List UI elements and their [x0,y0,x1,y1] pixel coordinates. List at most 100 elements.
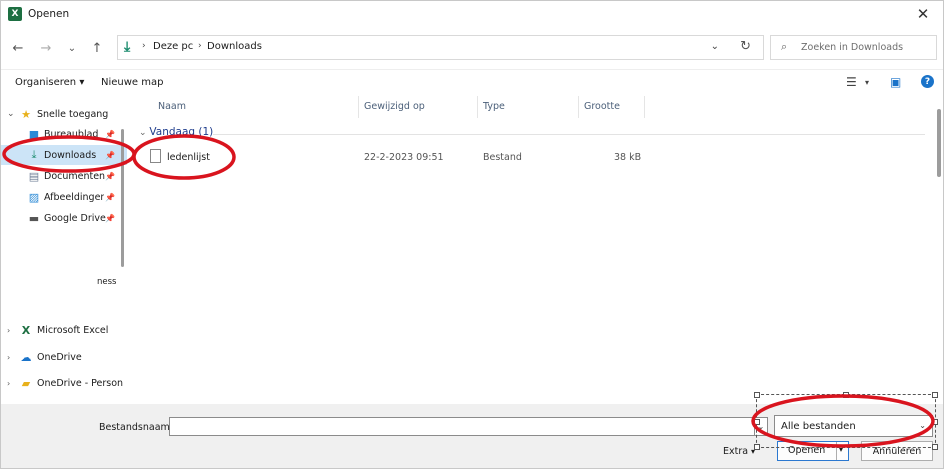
chevron-right-icon[interactable]: › [7,326,10,335]
back-button[interactable]: ← [9,39,27,57]
pin-icon: 📌 [105,150,115,160]
chevron-down-icon[interactable]: ⌄ [7,109,15,119]
file-type-filter-value: Alle bestanden [781,421,856,432]
refresh-icon[interactable]: ↻ [740,39,751,54]
open-button[interactable]: Openen ▾ [777,441,849,461]
breadcrumb-deze-pc[interactable]: Deze pc [153,41,193,52]
search-icon: ⌕ [781,40,788,53]
address-bar[interactable]: ⤓ › Deze pc › Downloads ⌄ ↻ [117,35,764,60]
sidebar-item-microsoft-excel[interactable]: › X Microsoft Excel [1,320,127,340]
file-type: Bestand [483,152,522,163]
title-bar: X Openen ✕ [1,1,943,29]
filename-dropdown[interactable]: ⌄ [754,417,768,436]
sidebar-item-onedrive-personal[interactable]: › ▰ OneDrive - Person [1,373,127,393]
sidebar-item-label: Downloads [44,149,97,161]
star-icon: ★ [21,107,31,121]
download-icon: ⤓ [124,39,131,55]
column-divider[interactable] [477,96,478,118]
sidebar-item-google-drive[interactable]: ▬ Google Drive 📌 [1,208,127,228]
sidebar-item-afbeeldingen[interactable]: ▨ Afbeeldingen 📌 [1,187,127,207]
extra-menu[interactable]: Extra [723,446,748,457]
sidebar-item-label: Google Drive [44,212,106,224]
column-header-name[interactable]: Naam [158,101,186,112]
sidebar-item-documenten[interactable]: ▤ Documenten 📌 [1,166,127,186]
command-bar: Organiseren ▾ Nieuwe map ☰ ▾ ▣ ? [1,69,943,95]
sidebar-item-label: Documenten [44,170,106,182]
cancel-button[interactable]: Annuleren [861,441,933,461]
filename-label: Bestandsnaam: [99,422,173,433]
cloud-icon: ☁ [20,350,32,364]
open-button-label: Openen [788,445,826,456]
chevron-down-icon: ⌄ [757,422,765,431]
preview-pane-icon[interactable]: ▣ [890,75,901,89]
breadcrumb-separator: › [142,41,146,51]
pin-icon: 📌 [105,171,115,181]
dialog-title: Openen [28,8,70,20]
download-icon: ⤓ [31,148,37,161]
column-header-size[interactable]: Grootte [584,101,620,112]
bottom-bar: Bestandsnaam: ⌄ Alle bestanden ⌄ Extra ▾… [1,404,943,468]
new-folder-button[interactable]: Nieuwe map [101,77,163,88]
sidebar-item-label: Snelle toegang [37,108,109,120]
breadcrumb-downloads[interactable]: Downloads [207,41,262,52]
split-divider [836,442,837,460]
chevron-right-icon[interactable]: › [7,379,10,388]
sidebar-item-label: ness [97,277,117,287]
file-icon [150,149,161,163]
excel-icon: X [21,323,31,337]
group-header[interactable]: ⌄ Vandaag (1) [139,126,213,138]
chevron-down-icon: ⌄ [919,421,926,430]
recent-locations-button[interactable]: ⌄ [63,39,81,57]
breadcrumb-separator: › [198,41,202,51]
forward-button[interactable]: → [37,39,55,57]
open-dialog: X Openen ✕ ← → ⌄ ↑ ⤓ › Deze pc › Downloa… [0,0,944,469]
sidebar-item-quick-access[interactable]: ⌄ ★ Snelle toegang [1,104,127,124]
chevron-down-icon: ⌄ [67,42,77,54]
filename-input[interactable] [169,417,755,436]
chevron-down-icon[interactable]: ⌄ [711,41,719,52]
drive-icon: ▬ [28,211,40,225]
sidebar-item-onedrive[interactable]: › ☁ OneDrive [1,347,127,367]
open-dropdown-icon[interactable]: ▾ [839,445,843,454]
search-placeholder: Zoeken in Downloads [801,42,904,53]
help-icon[interactable]: ? [921,75,934,88]
back-arrow-icon: ← [12,40,24,56]
view-options-icon[interactable]: ☰ [846,75,857,89]
chevron-right-icon[interactable]: › [7,353,10,362]
desktop-icon: ■ [28,127,40,141]
close-button[interactable]: ✕ [913,4,933,24]
file-list: Naam Gewijzigd op Type Grootte ⌄ Vandaag… [131,96,943,404]
forward-arrow-icon: → [40,40,52,56]
column-divider[interactable] [578,96,579,118]
file-list-scrollbar[interactable] [937,109,941,177]
sidebar-item-label: Bureaublad [44,128,99,140]
column-divider[interactable] [358,96,359,118]
sidebar-item-downloads[interactable]: ⤓ Downloads 📌 [1,145,127,165]
document-icon: ▤ [28,169,40,183]
group-header-label: Vandaag (1) [149,126,214,138]
pin-icon: 📌 [105,129,115,139]
folder-icon: ▰ [21,376,31,390]
navigation-scrollbar[interactable] [121,129,124,267]
file-modified: 22-2-2023 09:51 [364,152,444,163]
sidebar-item-label: OneDrive - Person [37,377,124,389]
sidebar-item-partial[interactable]: ness [1,272,127,292]
column-header-type[interactable]: Type [483,101,505,112]
chevron-down-icon: ⌄ [139,128,150,138]
up-button[interactable]: ↑ [88,39,106,57]
column-header-modified[interactable]: Gewijzigd op [364,101,425,112]
extra-dropdown-icon[interactable]: ▾ [751,447,755,456]
up-arrow-icon: ↑ [91,40,103,56]
column-divider[interactable] [644,96,645,118]
navigation-pane: ⌄ ★ Snelle toegang ■ Bureaublad 📌 ⤓ Down… [1,96,129,404]
search-box[interactable]: ⌕ Zoeken in Downloads [770,35,937,60]
sidebar-item-label: Afbeeldingen [44,191,104,203]
pin-icon: 📌 [105,192,115,202]
file-type-filter[interactable]: Alle bestanden ⌄ [774,415,933,437]
excel-app-icon: X [8,7,22,21]
pictures-icon: ▨ [28,190,40,204]
view-dropdown-icon[interactable]: ▾ [865,78,869,87]
sidebar-item-bureaublad[interactable]: ■ Bureaublad 📌 [1,124,127,144]
organize-menu[interactable]: Organiseren ▾ [15,77,84,88]
pin-icon: 📌 [105,213,115,223]
